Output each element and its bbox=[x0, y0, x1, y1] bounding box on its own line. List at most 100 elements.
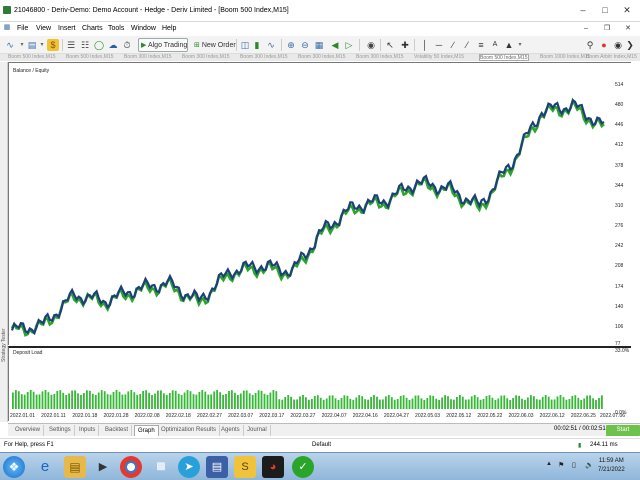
tab-settings[interactable]: Settings bbox=[46, 425, 75, 436]
account-icon[interactable]: ◉ bbox=[612, 39, 624, 51]
zoom-out-icon[interactable]: ⊖ bbox=[299, 39, 311, 51]
candlestick-icon[interactable]: ▮ bbox=[251, 39, 263, 51]
balance-equity-chart[interactable]: Balance / Equity 514 480 446 412 378 344 310 27… bbox=[8, 62, 631, 347]
market-watch-icon[interactable]: $ bbox=[47, 39, 59, 51]
bar-chart-icon[interactable]: ◫ bbox=[239, 39, 251, 51]
tab-optimization-results[interactable]: Optimization Results bbox=[158, 425, 221, 436]
deposit-load-bar bbox=[91, 393, 94, 409]
maximize-icon[interactable]: □ bbox=[598, 3, 612, 17]
chart-tab[interactable]: Boom 300 Index,M15 bbox=[182, 54, 230, 61]
text-icon[interactable]: A bbox=[489, 39, 501, 51]
tab-inputs[interactable]: Inputs bbox=[76, 425, 100, 436]
menu-charts[interactable]: Charts bbox=[82, 25, 103, 32]
close-icon[interactable]: ✕ bbox=[620, 3, 634, 17]
media-player-icon[interactable]: ▶ bbox=[92, 456, 114, 478]
y-tick-label: 412 bbox=[615, 142, 624, 149]
tab-journal[interactable]: Journal bbox=[244, 425, 271, 436]
sticky-notes-icon[interactable]: S bbox=[234, 456, 256, 478]
vps-icon[interactable]: ☁ bbox=[107, 39, 119, 51]
menu-help[interactable]: Help bbox=[162, 25, 176, 32]
tray-expand-icon[interactable]: ▲ bbox=[546, 461, 552, 467]
tray-flag-icon[interactable]: ⚑ bbox=[558, 461, 564, 469]
shapes-dropdown-icon[interactable]: ▾ bbox=[514, 39, 526, 51]
search-icon[interactable]: ⚲ bbox=[584, 39, 596, 51]
trend-line-icon[interactable]: ∕ bbox=[447, 39, 459, 51]
deposit-load-bar bbox=[512, 398, 514, 409]
tab-backtest[interactable]: Backtest bbox=[102, 425, 133, 436]
child-restore-icon[interactable]: ❐ bbox=[600, 22, 614, 36]
strategy-tester-icon[interactable]: ☷ bbox=[79, 39, 91, 51]
menu-insert[interactable]: Insert bbox=[58, 25, 76, 32]
menu-view[interactable]: View bbox=[36, 25, 51, 32]
deposit-load-bar bbox=[74, 390, 76, 409]
x-tick-label: 2022.04.07 bbox=[321, 413, 347, 419]
chart-tab-active[interactable]: Boom 500 Index,M15 bbox=[479, 54, 529, 61]
horizontal-line-icon[interactable]: ─ bbox=[433, 39, 445, 51]
internet-explorer-icon[interactable]: e bbox=[34, 456, 56, 478]
chart-tab[interactable]: Boom 500 Index,M15 bbox=[8, 54, 56, 61]
taskbar-clock[interactable]: 11:59 AM 7/21/2022 bbox=[598, 457, 625, 475]
start-button[interactable]: Start bbox=[606, 425, 640, 436]
signals-icon[interactable]: ◯ bbox=[93, 39, 105, 51]
deposit-load-bar bbox=[589, 395, 591, 409]
y-tick-label: 140 bbox=[615, 303, 624, 310]
deposit-load-bar bbox=[180, 394, 183, 409]
deposit-load-bar bbox=[405, 397, 408, 409]
chart-tab[interactable]: Boom 1000 Index,M15 bbox=[540, 54, 590, 61]
toolbar-more-icon[interactable]: ❯ bbox=[624, 39, 636, 51]
chart-tab[interactable]: Volatility 50 Index,M15 bbox=[414, 54, 464, 61]
menu-window[interactable]: Window bbox=[131, 25, 156, 32]
chart-shift-icon[interactable]: ▷ bbox=[343, 39, 355, 51]
chart-tab[interactable]: Boom 300 Index,M15 bbox=[356, 54, 404, 61]
child-close-icon[interactable]: ✕ bbox=[621, 22, 635, 36]
tab-agents[interactable]: Agents bbox=[218, 425, 244, 436]
deposit-load-bar bbox=[293, 399, 295, 409]
toolbar-separator bbox=[359, 39, 360, 51]
line-chart-icon[interactable]: ∿ bbox=[4, 39, 16, 51]
documents-icon[interactable]: ▤ bbox=[206, 456, 228, 478]
app-icon-dark[interactable]: ▩ bbox=[150, 456, 172, 478]
chart-tab[interactable]: Boom 500 Index,M15 bbox=[66, 54, 114, 61]
menu-file[interactable]: File bbox=[17, 25, 28, 32]
channel-icon[interactable]: ⁄ bbox=[461, 39, 473, 51]
crosshair-icon[interactable]: ✚ bbox=[399, 39, 411, 51]
deposit-load-bar bbox=[441, 397, 443, 409]
check-app-icon[interactable]: ✓ bbox=[292, 456, 314, 478]
deposit-load-bar bbox=[269, 392, 272, 409]
zoom-in-icon[interactable]: ⊕ bbox=[285, 39, 297, 51]
metatrader-icon[interactable]: ◕ bbox=[262, 456, 284, 478]
tab-graph[interactable]: Graph bbox=[134, 425, 159, 436]
chart-tab[interactable]: Boom 300 Index,M15 bbox=[124, 54, 172, 61]
notification-icon[interactable]: ● bbox=[598, 39, 610, 51]
child-minimize-icon[interactable]: – bbox=[579, 22, 593, 36]
deposit-load-bar bbox=[467, 399, 470, 409]
deposit-load-bar bbox=[580, 400, 583, 409]
minimize-icon[interactable]: – bbox=[576, 3, 590, 17]
vertical-line-icon[interactable]: │ bbox=[419, 39, 431, 51]
cursor-icon[interactable]: ↖ bbox=[384, 39, 396, 51]
screenshot-icon[interactable]: ◉ bbox=[365, 39, 377, 51]
tray-network-icon[interactable]: ▯ bbox=[572, 461, 576, 469]
deposit-load-bar bbox=[352, 399, 355, 409]
side-panel-strip[interactable]: Strategy Tester bbox=[0, 62, 8, 422]
deposit-load-chart[interactable]: Deposit Load 33.0% 0.0% 2022.01.01 2022.0… bbox=[8, 346, 631, 421]
grid-icon[interactable]: ▦ bbox=[313, 39, 325, 51]
ide-icon[interactable]: ☰ bbox=[65, 39, 77, 51]
chart-tab[interactable]: Boom 300 Index,M15 bbox=[240, 54, 288, 61]
tray-volume-icon[interactable]: 🔈 bbox=[585, 461, 594, 469]
tab-overview[interactable]: Overview bbox=[12, 425, 45, 436]
new-order-button[interactable]: ⊞ New Order bbox=[191, 38, 236, 52]
fibonacci-icon[interactable]: ≡ bbox=[475, 39, 487, 51]
chart-tab[interactable]: Boom 300 Index,M15 bbox=[298, 54, 346, 61]
deposit-load-bar bbox=[296, 399, 298, 409]
algo-trading-button[interactable]: ▶ Algo Trading bbox=[138, 38, 188, 52]
menu-tools[interactable]: Tools bbox=[108, 25, 124, 32]
file-explorer-icon[interactable]: ▤ bbox=[64, 456, 86, 478]
line-icon[interactable]: ∿ bbox=[265, 39, 277, 51]
chrome-icon[interactable] bbox=[120, 456, 142, 478]
history-icon[interactable]: ⏱ bbox=[121, 39, 133, 51]
chart-tab[interactable]: Boom Arbitr Index,M15 bbox=[586, 54, 637, 61]
start-menu-icon[interactable]: ❖ bbox=[3, 456, 25, 478]
auto-scroll-icon[interactable]: ◀ bbox=[329, 39, 341, 51]
telegram-icon[interactable]: ➤ bbox=[178, 456, 200, 478]
